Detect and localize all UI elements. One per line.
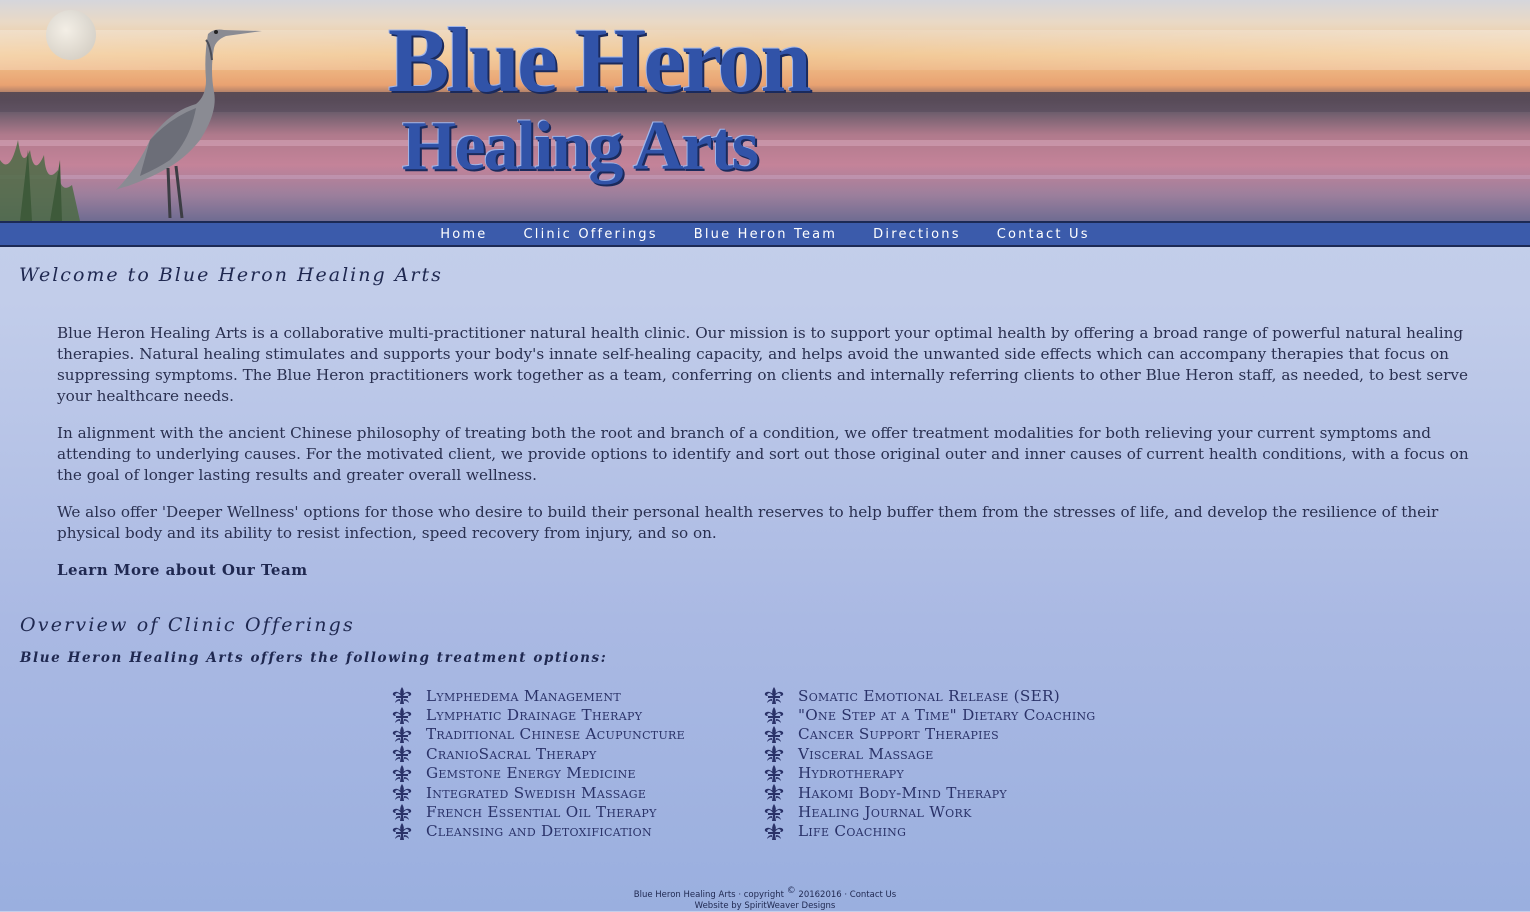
offering-label: Somatic Emotional Release (SER) bbox=[798, 686, 1060, 705]
footer-years: 20162016 bbox=[798, 889, 842, 900]
footer-copyright-line: Blue Heron Healing Arts · copyright © 20… bbox=[0, 886, 1530, 901]
offering-label: CranioSacral Therapy bbox=[426, 744, 597, 763]
offering-label: Gemstone Energy Medicine bbox=[426, 764, 636, 783]
overview-subtitle: Blue Heron Healing Arts offers the follo… bbox=[20, 650, 608, 666]
offering-item: Lymphedema Management bbox=[392, 686, 685, 705]
offering-label: Cleansing and Detoxification bbox=[426, 822, 652, 841]
footer: Blue Heron Healing Arts · copyright © 20… bbox=[0, 886, 1530, 912]
offering-item: Life Coaching bbox=[764, 822, 1096, 841]
offering-label: Integrated Swedish Massage bbox=[426, 783, 647, 802]
offering-label: Cancer Support Therapies bbox=[798, 725, 999, 744]
footer-site-name: Blue Heron Healing Arts bbox=[633, 889, 736, 900]
offerings-list-left: Lymphedema Management Lymphatic Drainage… bbox=[392, 686, 685, 841]
footer-separator: · bbox=[844, 889, 848, 900]
offering-label: "One Step at a Time" Dietary Coaching bbox=[798, 706, 1096, 725]
nav-clinic-offerings[interactable]: Clinic Offerings bbox=[524, 227, 658, 242]
nav-home[interactable]: Home bbox=[440, 227, 487, 242]
fleur-de-lis-icon bbox=[392, 687, 412, 705]
learn-more-link[interactable]: Learn More about Our Team bbox=[57, 561, 308, 579]
fleur-de-lis-icon bbox=[764, 725, 784, 743]
nav-blue-heron-team[interactable]: Blue Heron Team bbox=[694, 227, 837, 242]
offering-item: Integrated Swedish Massage bbox=[392, 783, 685, 802]
offering-label: Lymphatic Drainage Therapy bbox=[426, 706, 643, 725]
offering-label: Healing Journal Work bbox=[798, 803, 972, 822]
fleur-de-lis-icon bbox=[764, 706, 784, 724]
footer-copyright-word: copyright bbox=[743, 889, 784, 900]
offering-label: Hydrotherapy bbox=[798, 764, 905, 783]
fleur-de-lis-icon bbox=[392, 745, 412, 763]
fleur-de-lis-icon bbox=[392, 764, 412, 782]
intro-paragraph: Blue Heron Healing Arts is a collaborati… bbox=[57, 324, 1468, 405]
offering-label: Traditional Chinese Acupuncture bbox=[426, 725, 685, 744]
offering-item: "One Step at a Time" Dietary Coaching bbox=[764, 705, 1096, 724]
fleur-de-lis-icon bbox=[764, 784, 784, 802]
offering-label: French Essential Oil Therapy bbox=[426, 803, 657, 822]
offering-label: Lymphedema Management bbox=[426, 686, 621, 705]
footer-contact-link[interactable]: Contact Us bbox=[850, 890, 896, 900]
offering-item: Hydrotherapy bbox=[764, 764, 1096, 783]
footer-credit[interactable]: Website by SpiritWeaver Designs bbox=[0, 901, 1530, 912]
fleur-de-lis-icon bbox=[392, 822, 412, 840]
fleur-de-lis-icon bbox=[764, 764, 784, 782]
logo-title: Blue Heron bbox=[388, 9, 812, 111]
header-banner: Blue Heron Healing Arts bbox=[0, 0, 1530, 221]
nav-directions[interactable]: Directions bbox=[873, 227, 961, 242]
offering-item: Visceral Massage bbox=[764, 744, 1096, 763]
offerings-list-right: Somatic Emotional Release (SER) "One Ste… bbox=[764, 686, 1096, 841]
heron-image bbox=[0, 29, 262, 221]
offering-item: Cancer Support Therapies bbox=[764, 725, 1096, 744]
welcome-heading: Welcome to Blue Heron Healing Arts bbox=[19, 264, 443, 286]
offering-item: Healing Journal Work bbox=[764, 802, 1096, 821]
fleur-de-lis-icon bbox=[764, 687, 784, 705]
philosophy-paragraph: In alignment with the ancient Chinese ph… bbox=[57, 424, 1469, 484]
offering-label: Life Coaching bbox=[798, 822, 907, 841]
offering-label: Hakomi Body-Mind Therapy bbox=[798, 783, 1007, 802]
fleur-de-lis-icon bbox=[764, 822, 784, 840]
offering-item: Hakomi Body-Mind Therapy bbox=[764, 783, 1096, 802]
copyright-symbol: © bbox=[786, 886, 796, 896]
offering-item: Somatic Emotional Release (SER) bbox=[764, 686, 1096, 705]
offering-item: CranioSacral Therapy bbox=[392, 744, 685, 763]
footer-separator: · bbox=[738, 889, 742, 900]
fleur-de-lis-icon bbox=[392, 725, 412, 743]
main-nav: Home Clinic Offerings Blue Heron Team Di… bbox=[0, 221, 1530, 247]
fleur-de-lis-icon bbox=[764, 745, 784, 763]
fleur-de-lis-icon bbox=[392, 784, 412, 802]
fleur-de-lis-icon bbox=[392, 803, 412, 821]
logo-subtitle: Healing Arts bbox=[402, 108, 759, 185]
fleur-de-lis-icon bbox=[392, 706, 412, 724]
deeper-wellness-paragraph: We also offer 'Deeper Wellness' options … bbox=[57, 503, 1439, 542]
offering-item: Cleansing and Detoxification bbox=[392, 822, 685, 841]
overview-heading: Overview of Clinic Offerings bbox=[20, 614, 355, 636]
offering-item: Lymphatic Drainage Therapy bbox=[392, 705, 685, 724]
nav-contact-us[interactable]: Contact Us bbox=[997, 227, 1090, 242]
fleur-de-lis-icon bbox=[764, 803, 784, 821]
offering-item: Gemstone Energy Medicine bbox=[392, 764, 685, 783]
offering-item: Traditional Chinese Acupuncture bbox=[392, 725, 685, 744]
offering-label: Visceral Massage bbox=[798, 744, 934, 763]
offering-item: French Essential Oil Therapy bbox=[392, 802, 685, 821]
